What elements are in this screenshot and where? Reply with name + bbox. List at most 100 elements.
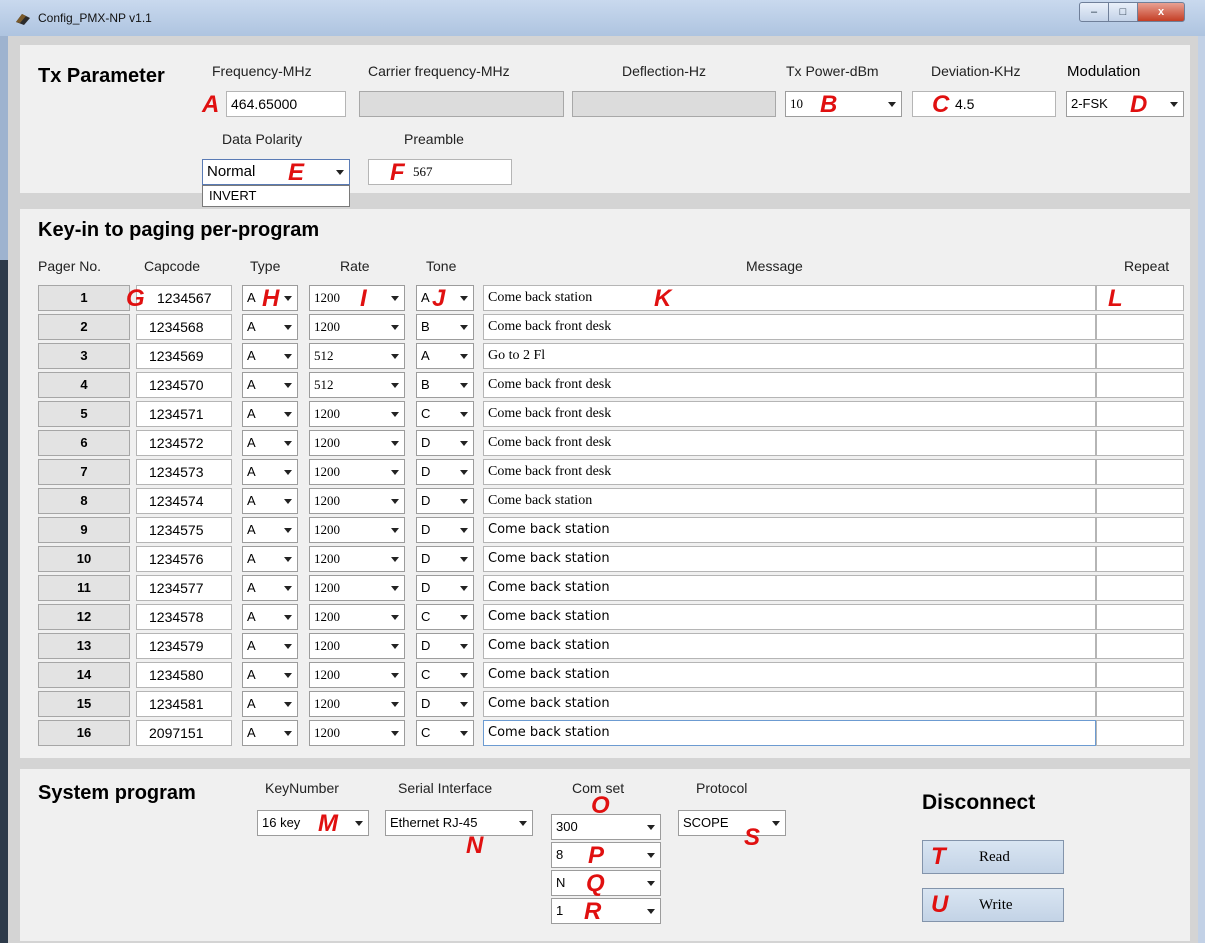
minimize-button[interactable]: – <box>1079 2 1109 22</box>
rate-select[interactable]: 1200 <box>309 314 405 340</box>
tone-select[interactable]: B <box>416 314 474 340</box>
protocol-select[interactable]: SCOPE <box>678 810 786 836</box>
serial-interface-select[interactable]: Ethernet RJ-45 <box>385 810 533 836</box>
type-select[interactable]: A <box>242 546 298 572</box>
title-bar[interactable] <box>0 0 1205 36</box>
repeat-input[interactable] <box>1096 430 1184 456</box>
repeat-input[interactable] <box>1096 372 1184 398</box>
rate-select[interactable]: 1200 <box>309 430 405 456</box>
maximize-button[interactable]: □ <box>1108 2 1138 22</box>
tone-select[interactable]: D <box>416 459 474 485</box>
type-select[interactable]: A <box>242 430 298 456</box>
tone-select[interactable]: A <box>416 343 474 369</box>
pager-number-button[interactable]: 1 <box>38 285 130 311</box>
repeat-input[interactable] <box>1096 546 1184 572</box>
rate-select[interactable]: 1200 <box>309 285 405 311</box>
rate-select[interactable]: 1200 <box>309 488 405 514</box>
pager-number-button[interactable]: 14 <box>38 662 130 688</box>
message-input[interactable]: Come back front desk <box>483 401 1096 427</box>
type-select[interactable]: A <box>242 575 298 601</box>
rate-select[interactable]: 1200 <box>309 459 405 485</box>
message-input[interactable]: Come back station <box>483 546 1096 572</box>
rate-select[interactable]: 1200 <box>309 517 405 543</box>
capcode-input[interactable]: 1234573 <box>136 459 232 485</box>
com-parity-select[interactable]: N <box>551 870 661 896</box>
tone-select[interactable]: C <box>416 604 474 630</box>
message-input[interactable]: Come back front desk <box>483 459 1096 485</box>
capcode-input[interactable]: 1234580 <box>136 662 232 688</box>
tone-select[interactable]: D <box>416 691 474 717</box>
message-input[interactable]: Come back station <box>483 720 1096 746</box>
tone-select[interactable]: D <box>416 430 474 456</box>
pager-number-button[interactable]: 5 <box>38 401 130 427</box>
pager-number-button[interactable]: 8 <box>38 488 130 514</box>
type-select[interactable]: A <box>242 401 298 427</box>
message-input[interactable]: Come back station <box>483 662 1096 688</box>
capcode-input[interactable]: 1234577 <box>136 575 232 601</box>
type-select[interactable]: A <box>242 488 298 514</box>
rate-select[interactable]: 512 <box>309 372 405 398</box>
type-select[interactable]: A <box>242 343 298 369</box>
repeat-input[interactable] <box>1096 401 1184 427</box>
repeat-input[interactable] <box>1096 691 1184 717</box>
pager-number-button[interactable]: 2 <box>38 314 130 340</box>
tone-select[interactable]: D <box>416 488 474 514</box>
read-button[interactable]: T Read <box>922 840 1064 874</box>
frequency-input[interactable]: 464.65000 <box>226 91 346 117</box>
message-input[interactable]: Come back station <box>483 691 1096 717</box>
message-input[interactable]: Come back station <box>483 604 1096 630</box>
modulation-select[interactable]: 2-FSK <box>1066 91 1184 117</box>
capcode-input[interactable]: 1234568 <box>136 314 232 340</box>
message-input[interactable]: Come back station <box>483 488 1096 514</box>
capcode-input[interactable]: 1234576 <box>136 546 232 572</box>
pager-number-button[interactable]: 13 <box>38 633 130 659</box>
keynumber-select[interactable]: 16 key <box>257 810 369 836</box>
pager-number-button[interactable]: 6 <box>38 430 130 456</box>
type-select[interactable]: A <box>242 372 298 398</box>
capcode-input[interactable]: 1234572 <box>136 430 232 456</box>
tone-select[interactable]: C <box>416 662 474 688</box>
rate-select[interactable]: 1200 <box>309 575 405 601</box>
pager-number-button[interactable]: 16 <box>38 720 130 746</box>
message-input[interactable]: Come back station <box>483 633 1096 659</box>
capcode-input[interactable]: 1234581 <box>136 691 232 717</box>
message-input[interactable]: Come back front desk <box>483 430 1096 456</box>
repeat-input[interactable] <box>1096 720 1184 746</box>
repeat-input[interactable] <box>1096 575 1184 601</box>
capcode-input[interactable]: 1234575 <box>136 517 232 543</box>
rate-select[interactable]: 1200 <box>309 604 405 630</box>
type-select[interactable]: A <box>242 691 298 717</box>
message-input[interactable]: Come back station <box>483 285 1096 311</box>
capcode-input[interactable]: 1234570 <box>136 372 232 398</box>
type-select[interactable]: A <box>242 314 298 340</box>
message-input[interactable]: Come back front desk <box>483 372 1096 398</box>
capcode-input[interactable]: 1234567 <box>136 285 232 311</box>
capcode-input[interactable]: 1234579 <box>136 633 232 659</box>
tone-select[interactable]: C <box>416 401 474 427</box>
rate-select[interactable]: 1200 <box>309 401 405 427</box>
repeat-input[interactable] <box>1096 343 1184 369</box>
repeat-input[interactable] <box>1096 314 1184 340</box>
type-select[interactable]: A <box>242 459 298 485</box>
pager-number-button[interactable]: 12 <box>38 604 130 630</box>
capcode-input[interactable]: 1234574 <box>136 488 232 514</box>
tone-select[interactable]: B <box>416 372 474 398</box>
type-select[interactable]: A <box>242 517 298 543</box>
tone-select[interactable]: D <box>416 546 474 572</box>
message-input[interactable]: Go to 2 Fl <box>483 343 1096 369</box>
com-stopbits-select[interactable]: 1 <box>551 898 661 924</box>
type-select[interactable]: A <box>242 604 298 630</box>
polarity-option-invert[interactable]: INVERT <box>202 185 350 207</box>
repeat-input[interactable] <box>1096 459 1184 485</box>
message-input[interactable]: Come back station <box>483 517 1096 543</box>
repeat-input[interactable] <box>1096 488 1184 514</box>
message-input[interactable]: Come back front desk <box>483 314 1096 340</box>
capcode-input[interactable]: 1234578 <box>136 604 232 630</box>
repeat-input[interactable] <box>1096 662 1184 688</box>
pager-number-button[interactable]: 7 <box>38 459 130 485</box>
tone-select[interactable]: D <box>416 517 474 543</box>
pager-number-button[interactable]: 11 <box>38 575 130 601</box>
rate-select[interactable]: 512 <box>309 343 405 369</box>
capcode-input[interactable]: 1234569 <box>136 343 232 369</box>
rate-select[interactable]: 1200 <box>309 633 405 659</box>
